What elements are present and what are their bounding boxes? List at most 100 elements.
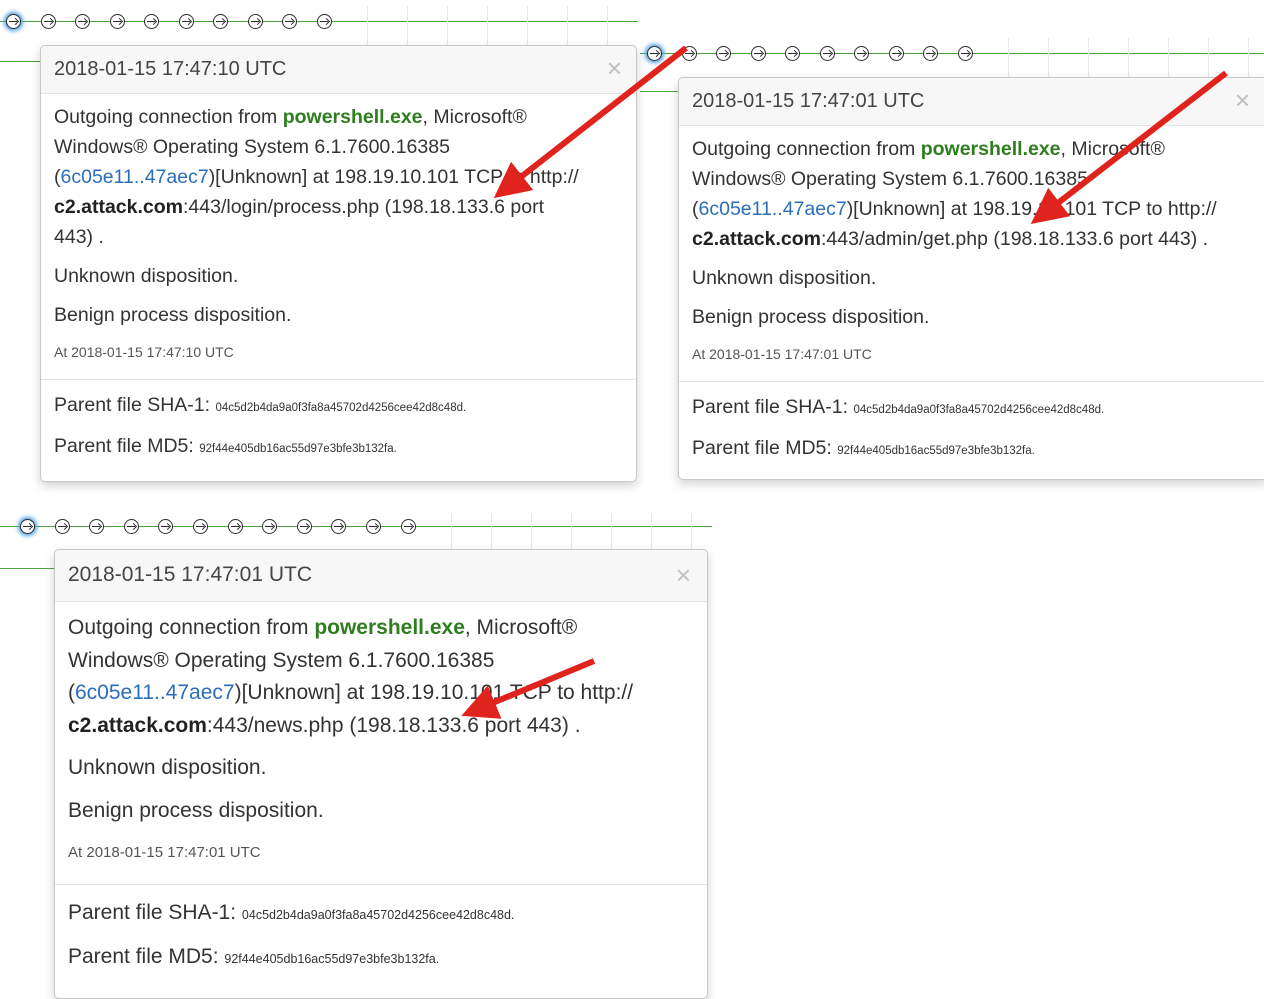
process-name: powershell.exe: [314, 616, 465, 639]
right-arrow-circle-icon[interactable]: [681, 46, 697, 61]
right-arrow-circle-icon[interactable]: [785, 46, 800, 61]
right-arrow-circle-icon[interactable]: [888, 46, 904, 61]
sha1-value: 04c5d2b4da9a0f3fa8a45702d4256cee42d8c48d…: [853, 404, 1105, 416]
close-icon[interactable]: ×: [676, 562, 691, 588]
popover-timestamp: 2018-01-15 17:47:01 UTC: [68, 563, 312, 586]
event-popover-1: 2018-01-15 17:47:10 UTC × Outgoing conne…: [40, 45, 637, 482]
process-name: powershell.exe: [920, 138, 1061, 160]
timeline-gridline: [491, 514, 493, 554]
right-arrow-circle-icon[interactable]: [331, 519, 347, 534]
right-arrow-circle-icon[interactable]: [647, 46, 662, 61]
parent-md5: Parent file MD5: 92f44e405db16ac55d97e3b…: [68, 944, 440, 968]
timeline-gridline: [531, 514, 533, 554]
timeline-gridline: [1048, 38, 1049, 78]
timeline-axis: [0, 61, 40, 62]
close-icon[interactable]: ×: [607, 55, 622, 81]
hash-link[interactable]: 6c05e11..47aec7: [61, 166, 209, 188]
popover-header: 2018-01-15 17:47:01 UTC ×: [679, 78, 1264, 126]
right-arrow-circle-icon[interactable]: [75, 14, 90, 29]
event-description: Outgoing connection from powershell.exe,…: [54, 106, 579, 248]
process-name: powershell.exe: [282, 106, 423, 128]
parent-sha1: Parent file SHA-1: 04c5d2b4da9a0f3fa8a45…: [68, 900, 515, 924]
popover-header: 2018-01-15 17:47:10 UTC ×: [41, 46, 636, 94]
right-arrow-circle-icon[interactable]: [366, 519, 381, 534]
popover-timestamp: 2018-01-15 17:47:01 UTC: [692, 90, 925, 112]
right-arrow-circle-icon[interactable]: [123, 519, 139, 534]
event-popover-2: 2018-01-15 17:47:01 UTC × Outgoing conne…: [678, 77, 1264, 480]
timeline-gridline: [611, 514, 613, 554]
right-arrow-circle-icon[interactable]: [40, 14, 56, 29]
timeline-axis: [0, 568, 55, 569]
event-description: Outgoing connection from powershell.exe,…: [692, 138, 1217, 250]
right-arrow-circle-icon[interactable]: [923, 46, 938, 61]
popover-body: Outgoing connection from powershell.exe,…: [41, 94, 636, 367]
timeline-gridline: [691, 514, 693, 554]
disposition-text: Unknown disposition.: [54, 265, 239, 287]
timeline-gridline: [1008, 38, 1009, 78]
sha1-value: 04c5d2b4da9a0f3fa8a45702d4256cee42d8c48d…: [241, 907, 515, 922]
right-arrow-circle-icon[interactable]: [193, 519, 208, 534]
timeline-gridline: [651, 514, 653, 554]
popover-header: 2018-01-15 17:47:01 UTC ×: [55, 550, 707, 602]
md5-value: 92f44e405db16ac55d97e3bfe3b132fa.: [224, 951, 440, 966]
right-arrow-circle-icon[interactable]: [178, 14, 194, 29]
hash-link[interactable]: 6c05e11..47aec7: [699, 198, 847, 220]
timeline-gridline: [1248, 38, 1249, 78]
right-arrow-circle-icon[interactable]: [262, 519, 278, 534]
event-description: Outgoing connection from powershell.exe,…: [68, 616, 634, 737]
parent-sha1: Parent file SHA-1: 04c5d2b4da9a0f3fa8a45…: [54, 394, 467, 416]
timeline-gridline: [571, 514, 573, 554]
host-name: c2.attack.com: [692, 228, 821, 250]
parent-sha1: Parent file SHA-1: 04c5d2b4da9a0f3fa8a45…: [692, 396, 1105, 418]
right-arrow-circle-icon[interactable]: [819, 46, 835, 61]
right-arrow-circle-icon[interactable]: [144, 14, 159, 29]
disposition-text: Unknown disposition.: [692, 267, 877, 289]
right-arrow-circle-icon[interactable]: [6, 14, 21, 29]
md5-value: 92f44e405db16ac55d97e3bfe3b132fa.: [199, 443, 397, 455]
right-arrow-circle-icon[interactable]: [54, 519, 70, 534]
timeline-gridline: [607, 6, 608, 46]
timeline-axis: [640, 91, 680, 92]
right-arrow-circle-icon[interactable]: [20, 519, 35, 534]
right-arrow-circle-icon[interactable]: [750, 46, 766, 61]
timeline-gridline: [1208, 38, 1209, 78]
timeline-gridline: [407, 6, 408, 46]
right-arrow-circle-icon[interactable]: [296, 519, 312, 534]
timeline-axis: [640, 53, 1264, 54]
right-arrow-circle-icon[interactable]: [247, 14, 263, 29]
event-time: At 2018-01-15 17:47:10 UTC: [54, 344, 234, 360]
right-arrow-circle-icon[interactable]: [109, 14, 125, 29]
right-arrow-circle-icon[interactable]: [400, 519, 416, 534]
timeline-gridline: [367, 6, 368, 46]
popover-footer: Parent file SHA-1: 04c5d2b4da9a0f3fa8a45…: [41, 379, 636, 458]
right-arrow-circle-icon[interactable]: [716, 46, 731, 61]
right-arrow-circle-icon[interactable]: [957, 46, 973, 61]
disposition-text: Unknown disposition.: [68, 756, 267, 779]
host-name: c2.attack.com: [68, 713, 207, 737]
timeline-axis: [0, 526, 712, 527]
right-arrow-circle-icon[interactable]: [227, 519, 243, 534]
host-name: c2.attack.com: [54, 196, 183, 218]
popover-footer: Parent file SHA-1: 04c5d2b4da9a0f3fa8a45…: [679, 381, 1264, 460]
close-icon[interactable]: ×: [1235, 87, 1250, 113]
process-disposition-text: Benign process disposition.: [54, 304, 292, 326]
timeline-gridline: [487, 6, 488, 46]
popover-body: Outgoing connection from powershell.exe,…: [55, 602, 707, 870]
hash-link[interactable]: 6c05e11..47aec7: [75, 681, 235, 704]
process-disposition-text: Benign process disposition.: [692, 306, 930, 328]
sha1-value: 04c5d2b4da9a0f3fa8a45702d4256cee42d8c48d…: [215, 402, 467, 414]
popover-body: Outgoing connection from powershell.exe,…: [679, 126, 1264, 369]
right-arrow-circle-icon[interactable]: [854, 46, 869, 61]
right-arrow-circle-icon[interactable]: [158, 519, 174, 534]
parent-md5: Parent file MD5: 92f44e405db16ac55d97e3b…: [692, 437, 1035, 459]
popover-timestamp: 2018-01-15 17:47:10 UTC: [54, 58, 287, 80]
right-arrow-circle-icon[interactable]: [316, 14, 332, 29]
right-arrow-circle-icon[interactable]: [282, 14, 297, 29]
right-arrow-circle-icon[interactable]: [213, 14, 228, 29]
event-popover-3: 2018-01-15 17:47:01 UTC × Outgoing conne…: [54, 549, 708, 999]
right-arrow-circle-icon[interactable]: [89, 519, 105, 534]
timeline-gridline: [527, 6, 528, 46]
md5-value: 92f44e405db16ac55d97e3bfe3b132fa.: [837, 445, 1035, 457]
timeline-gridline: [1128, 38, 1129, 78]
timeline-gridline: [1168, 38, 1169, 78]
